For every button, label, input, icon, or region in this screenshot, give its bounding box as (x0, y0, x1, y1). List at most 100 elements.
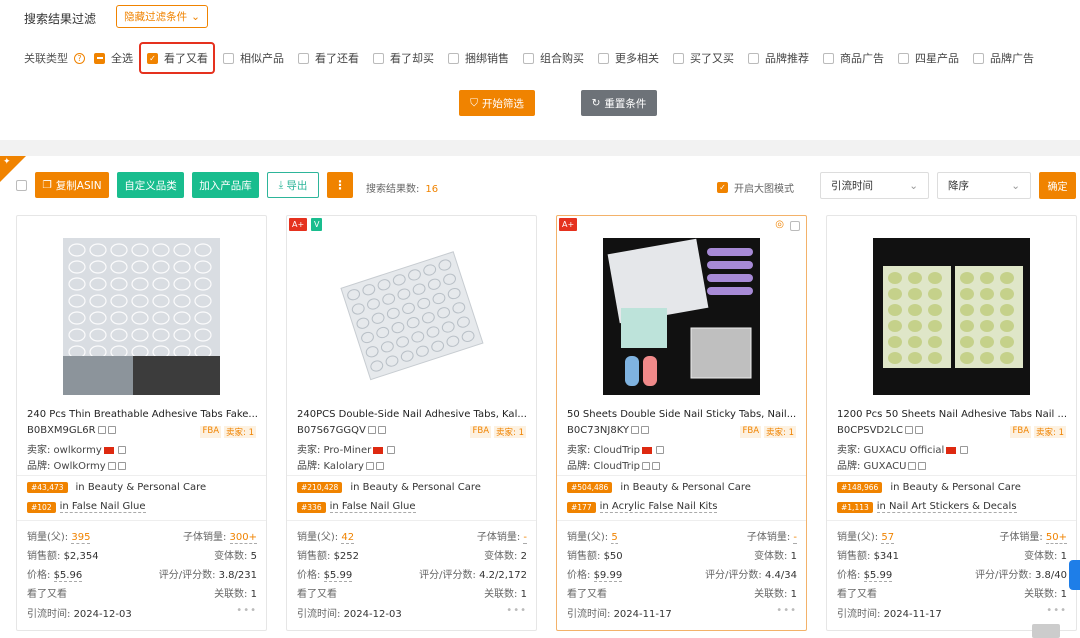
relation-option[interactable]: 买了又买 (673, 50, 734, 66)
select-all-checkbox[interactable] (16, 180, 27, 191)
custom-category-button[interactable]: 自定义品类 (117, 172, 184, 198)
more-dots-icon[interactable]: ••• (1046, 605, 1067, 620)
start-filter-button[interactable]: ⛉ 开始筛选 (459, 90, 535, 116)
external-link-icon[interactable] (387, 446, 396, 454)
asin-value[interactable]: B0CPSVD2LC (837, 425, 903, 436)
relation-option[interactable]: 看了却买 (373, 50, 434, 66)
external-link-icon[interactable] (641, 426, 650, 434)
child-sales-value[interactable]: - (793, 532, 797, 544)
help-icon[interactable]: ? (74, 52, 85, 64)
sales-value[interactable]: 395 (71, 532, 91, 544)
option-checkbox[interactable] (898, 52, 909, 64)
reset-button[interactable]: ↻ 重置条件 (581, 90, 657, 116)
asin-value[interactable]: B0C73NJ8KY (567, 425, 629, 436)
big-image-mode-toggle[interactable]: ✓ 开启大图模式 (717, 180, 794, 195)
copy-icon[interactable] (367, 426, 376, 434)
option-checkbox[interactable] (748, 52, 759, 64)
price-value[interactable]: $5.99 (863, 570, 893, 582)
relation-option[interactable]: 品牌推荐 (748, 50, 809, 66)
option-checkbox[interactable] (94, 52, 105, 64)
big-image-mode-checkbox[interactable]: ✓ (717, 182, 728, 193)
price-value[interactable]: $9.99 (593, 570, 623, 582)
relation-option[interactable]: 全选 (94, 50, 133, 66)
copy-icon[interactable] (365, 462, 374, 470)
product-image[interactable] (333, 238, 490, 395)
card-checkbox[interactable] (790, 221, 800, 231)
product-image[interactable] (873, 238, 1030, 395)
child-sales-value[interactable]: 300+ (229, 532, 257, 544)
external-link-icon[interactable] (918, 462, 927, 470)
rank-category-link[interactable]: in Nail Art Stickers & Decals (876, 501, 1017, 513)
product-title[interactable]: 240 Pcs Thin Breathable Adhesive Tabs Fa… (27, 409, 259, 420)
copy-icon[interactable] (97, 426, 106, 434)
relation-option[interactable]: 商品广告 (823, 50, 884, 66)
sort-order-select[interactable]: 降序 ⌄ (937, 172, 1031, 199)
sort-field-select[interactable]: 引流时间 ⌄ (820, 172, 929, 199)
add-library-button[interactable]: 加入产品库 (192, 172, 259, 198)
copy-asin-button[interactable]: ❐ 复制ASIN (35, 172, 109, 198)
product-title[interactable]: 1200 Pcs 50 Sheets Nail Adhesive Tabs Na… (837, 409, 1069, 420)
option-checkbox[interactable] (973, 52, 984, 64)
external-link-icon[interactable] (656, 446, 664, 454)
external-link-icon[interactable] (915, 426, 924, 434)
option-checkbox[interactable] (448, 52, 459, 64)
copy-icon[interactable] (107, 462, 116, 470)
external-link-icon[interactable] (375, 462, 384, 470)
sales-value[interactable]: 5 (611, 532, 618, 544)
product-card[interactable]: 1200 Pcs 50 Sheets Nail Adhesive Tabs Na… (826, 215, 1077, 631)
asin-value[interactable]: B0BXM9GL6R (27, 425, 96, 436)
hide-filter-button[interactable]: 隐藏过滤条件 ⌄ (116, 5, 208, 28)
relation-option[interactable]: 相似产品 (223, 50, 284, 66)
export-button[interactable]: ⤓ 导出 (267, 172, 319, 198)
pin-corner[interactable]: ✦ (0, 156, 26, 182)
product-image[interactable] (603, 238, 760, 395)
external-link-icon[interactable] (117, 462, 126, 470)
locate-icon[interactable]: ◎ (775, 219, 784, 230)
copy-icon[interactable] (642, 462, 650, 470)
more-dots-icon[interactable]: ••• (506, 605, 527, 620)
sales-value[interactable]: 57 (881, 532, 895, 544)
copy-icon[interactable] (905, 426, 914, 434)
copy-icon[interactable] (631, 426, 640, 434)
product-card[interactable]: A+ ◎ 50 Sheets Double Side Nail Sticky Tab… (556, 215, 807, 631)
external-link-icon[interactable] (377, 426, 386, 434)
more-options-button[interactable]: ⋮ (327, 172, 353, 198)
external-link-icon[interactable] (117, 446, 126, 454)
more-dots-icon[interactable]: ••• (776, 605, 797, 620)
rank-category-link[interactable]: in False Nail Glue (329, 501, 416, 513)
child-sales-value[interactable]: - (523, 532, 527, 544)
option-checkbox[interactable] (523, 52, 534, 64)
product-title[interactable]: 240PCS Double-Side Nail Adhesive Tabs, K… (297, 409, 529, 420)
chat-float-button[interactable] (1069, 560, 1080, 590)
external-link-icon[interactable] (960, 446, 969, 454)
option-checkbox[interactable] (223, 52, 234, 64)
price-value[interactable]: $5.99 (323, 570, 353, 582)
child-sales-value[interactable]: 50+ (1045, 532, 1067, 544)
option-checkbox[interactable] (373, 52, 384, 64)
back-to-top-button[interactable] (1032, 624, 1060, 638)
copy-icon[interactable] (908, 462, 917, 470)
rank-category-link[interactable]: in Acrylic False Nail Kits (599, 501, 718, 513)
relation-option[interactable]: 捆绑销售 (448, 50, 509, 66)
option-checkbox[interactable] (598, 52, 609, 64)
more-dots-icon[interactable]: ••• (236, 605, 257, 620)
confirm-button[interactable]: 确定 (1039, 172, 1076, 199)
product-title[interactable]: 50 Sheets Double Side Nail Sticky Tabs, … (567, 409, 799, 420)
relation-option[interactable]: 看了还看 (298, 50, 359, 66)
product-card[interactable]: A+ V 240PCS Double-Side Nail Adhesive Tabs… (286, 215, 537, 631)
relation-option[interactable]: 四星产品 (898, 50, 959, 66)
relation-option[interactable]: 更多相关 (598, 50, 659, 66)
relation-option[interactable]: 品牌广告 (973, 50, 1034, 66)
asin-value[interactable]: B07S67GGQV (297, 425, 366, 436)
option-checkbox[interactable] (298, 52, 309, 64)
price-value[interactable]: $5.96 (53, 570, 83, 582)
sales-value[interactable]: 42 (341, 532, 355, 544)
option-checkbox[interactable] (673, 52, 684, 64)
relation-option[interactable]: 组合购买 (523, 50, 584, 66)
product-card[interactable]: 240 Pcs Thin Breathable Adhesive Tabs Fa… (16, 215, 267, 631)
rank-category-link[interactable]: in False Nail Glue (59, 501, 146, 513)
external-link-icon[interactable] (107, 426, 116, 434)
product-image[interactable] (63, 238, 220, 395)
external-link-icon[interactable] (652, 462, 660, 470)
option-checkbox[interactable] (823, 52, 834, 64)
